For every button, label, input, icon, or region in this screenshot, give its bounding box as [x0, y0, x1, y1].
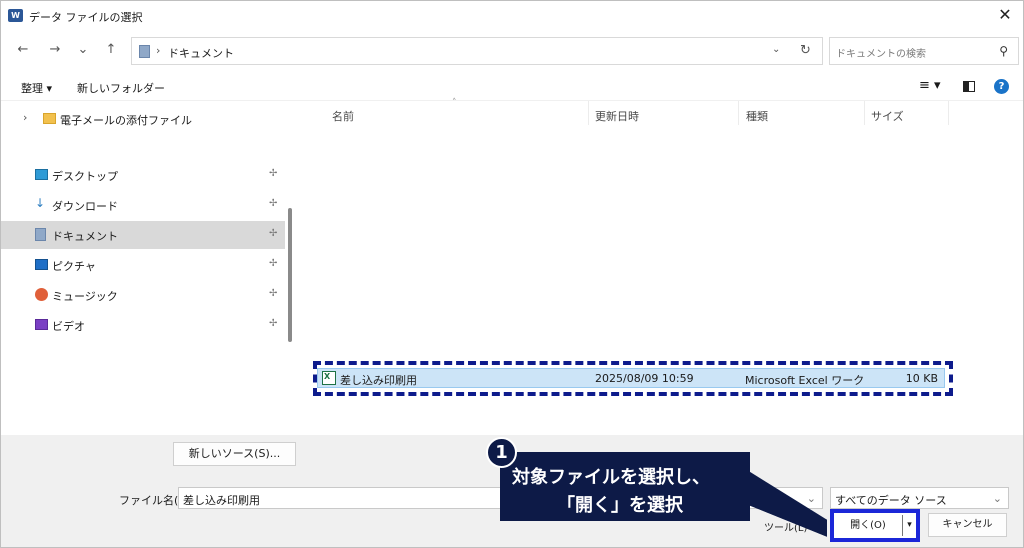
sidebar-item-documents[interactable]: ドキュメント ✢ — [1, 221, 285, 249]
music-icon — [35, 288, 48, 301]
forward-button[interactable]: → — [47, 42, 63, 58]
cancel-button[interactable]: キャンセル — [928, 513, 1007, 537]
open-button[interactable]: 開く(O) — [836, 515, 900, 536]
breadcrumb-documents[interactable]: ドキュメント — [168, 45, 234, 61]
new-folder-button[interactable]: 新しいフォルダー — [77, 80, 165, 96]
videos-icon — [35, 319, 48, 330]
recent-locations-button[interactable]: ⌄ — [75, 42, 91, 58]
filename-value: 差し込み印刷用 — [183, 494, 260, 507]
column-header-name[interactable]: 名前 — [332, 108, 354, 124]
instruction-callout: 対象ファイルを選択し、 「開く」を選択 — [500, 452, 750, 521]
column-header-type[interactable]: 種類 — [746, 108, 768, 124]
documents-icon — [35, 228, 46, 241]
folder-icon — [43, 113, 56, 124]
close-button[interactable]: ✕ — [995, 5, 1015, 25]
navigation-pane-scrollbar[interactable] — [288, 208, 292, 342]
sidebar-item-downloads[interactable]: ↓ ダウンロード ✢ — [1, 191, 285, 219]
search-input[interactable]: ドキュメントの検索 ⚲ — [829, 37, 1019, 65]
expand-chevron-icon[interactable]: › — [23, 111, 27, 124]
title-bar: W データ ファイルの選択 ✕ — [1, 1, 1023, 31]
column-divider[interactable] — [588, 101, 589, 125]
file-type-dropdown-icon[interactable]: ⌄ — [993, 492, 1002, 505]
file-highlight-annotation — [313, 361, 953, 396]
preview-pane-icon[interactable] — [963, 81, 975, 92]
pin-icon: ✢ — [269, 318, 278, 329]
sidebar-item-music[interactable]: ミュージック ✢ — [1, 281, 285, 309]
sidebar-item-videos[interactable]: ビデオ ✢ — [1, 311, 285, 339]
sidebar-item-label: 電子メールの添付ファイル — [60, 114, 192, 127]
sidebar-item-pictures[interactable]: ピクチャ ✢ — [1, 251, 285, 279]
sidebar-item-label: ビデオ — [52, 320, 85, 333]
organize-button[interactable]: 整理 ▾ — [21, 80, 52, 96]
pin-icon: ✢ — [269, 228, 278, 239]
file-type-select[interactable]: すべてのデータ ソース ⌄ — [830, 487, 1009, 509]
navigation-pane: › 電子メールの添付ファイル デスクトップ ✢ ↓ ダウンロード ✢ ドキュメン… — [1, 101, 299, 435]
breadcrumb-separator: › — [156, 44, 161, 57]
desktop-icon — [35, 169, 48, 180]
view-options-button[interactable]: ≡ ▾ — [919, 78, 941, 93]
back-button[interactable]: ← — [15, 42, 31, 58]
sidebar-item-label: ミュージック — [52, 290, 118, 303]
column-header-date[interactable]: 更新日時 — [595, 108, 639, 124]
pictures-icon — [35, 259, 48, 270]
refresh-button[interactable]: ↻ — [800, 43, 811, 58]
pin-icon: ✢ — [269, 168, 278, 179]
file-open-dialog: W データ ファイルの選択 ✕ ← → ⌄ ↑ › ドキュメント ⌄ ↻ ドキュ… — [0, 0, 1024, 548]
address-bar[interactable]: › ドキュメント ⌄ ↻ — [131, 37, 823, 65]
sidebar-item-desktop[interactable]: デスクトップ ✢ — [1, 161, 285, 189]
step-number-badge: 1 — [486, 437, 517, 468]
download-icon: ↓ — [35, 196, 46, 210]
search-placeholder: ドキュメントの検索 — [836, 49, 926, 60]
open-options-dropdown[interactable]: ▾ — [902, 515, 916, 536]
new-source-button[interactable]: 新しいソース(S)... — [173, 442, 296, 466]
column-divider[interactable] — [864, 101, 865, 125]
sidebar-item-label: ダウンロード — [52, 200, 118, 213]
callout-text-line-1: 対象ファイルを選択し、 — [512, 467, 710, 488]
file-type-value: すべてのデータ ソース — [835, 494, 947, 507]
pin-icon: ✢ — [269, 288, 278, 299]
column-divider[interactable] — [738, 101, 739, 125]
column-divider[interactable] — [948, 101, 949, 125]
sidebar-item-label: ピクチャ — [52, 260, 96, 273]
sidebar-item-email-attachments[interactable]: › 電子メールの添付ファイル — [1, 105, 285, 133]
pin-icon: ✢ — [269, 198, 278, 209]
column-header-size[interactable]: サイズ — [871, 108, 904, 124]
up-button[interactable]: ↑ — [103, 42, 119, 58]
sidebar-item-label: デスクトップ — [52, 170, 118, 183]
command-toolbar: 整理 ▾ 新しいフォルダー ≡ ▾ ? — [1, 73, 1023, 101]
search-icon[interactable]: ⚲ — [999, 44, 1008, 58]
help-icon[interactable]: ? — [994, 79, 1009, 94]
address-dropdown-button[interactable]: ⌄ — [772, 44, 780, 55]
sidebar-item-label: ドキュメント — [52, 230, 118, 243]
documents-folder-icon — [139, 45, 150, 58]
word-app-icon: W — [8, 9, 23, 22]
pin-icon: ✢ — [269, 258, 278, 269]
open-button-annotation: 開く(O) ▾ — [830, 509, 920, 542]
callout-text-line-2: 「開く」を選択 — [557, 495, 683, 516]
window-title: データ ファイルの選択 — [29, 11, 143, 24]
sort-ascending-icon: ˄ — [452, 98, 457, 108]
